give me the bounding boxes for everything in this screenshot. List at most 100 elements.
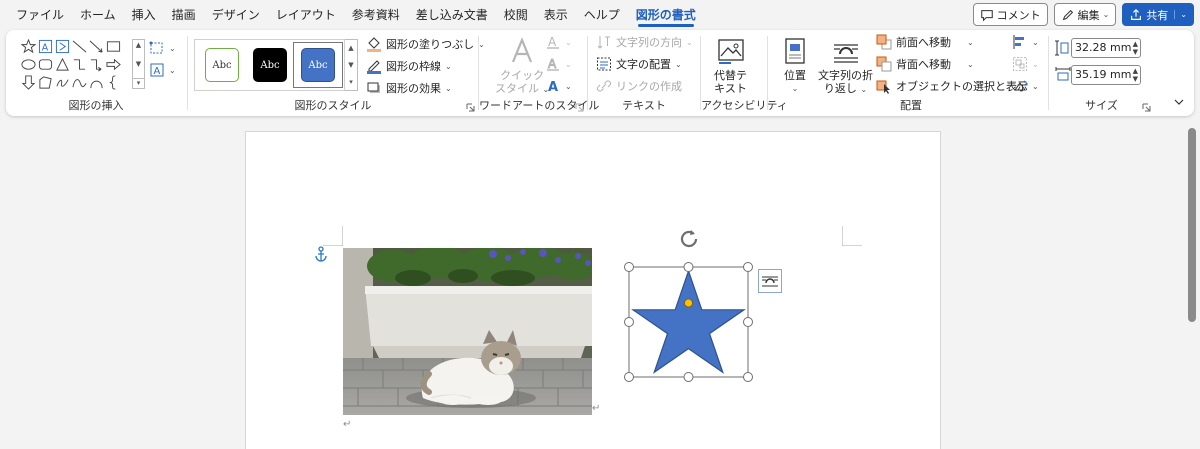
tab-layout[interactable]: レイアウト: [268, 0, 344, 30]
group-objects-button[interactable]: ⌄: [1012, 54, 1039, 74]
chevron-down-icon: ⌄: [791, 84, 799, 93]
shape-effects-label: 図形の効果: [386, 82, 441, 95]
group-objects-icon: [1013, 57, 1027, 71]
tab-shape-format[interactable]: 図形の書式: [628, 0, 704, 30]
text-fill-button[interactable]: A ⌄: [545, 32, 572, 52]
chevron-down-icon: ⌄: [445, 61, 452, 71]
style-fill-black[interactable]: Abc: [253, 48, 287, 82]
create-link-label: リンクの作成: [616, 80, 682, 93]
group-label-wordart: ワードアートのスタイル: [479, 99, 600, 112]
shape-outline-button[interactable]: 図形の枠線 ⌄: [366, 56, 452, 76]
adjust-handle: [684, 298, 693, 308]
align-text-button[interactable]: 文字の配置 ⌄: [596, 54, 682, 74]
align-button[interactable]: ⌄: [1012, 32, 1039, 52]
tab-home[interactable]: ホーム: [72, 0, 124, 30]
height-spinner[interactable]: ▲ ▼: [1133, 39, 1138, 56]
position-button[interactable]: 位置 ⌄: [780, 36, 810, 95]
tab-draw[interactable]: 描画: [164, 0, 204, 30]
rotate-handle-icon[interactable]: [677, 227, 701, 251]
rounded-rect-icon[interactable]: [37, 56, 54, 73]
text-direction-label: 文字列の方向: [616, 36, 682, 49]
tab-references[interactable]: 参考資料: [344, 0, 408, 30]
shapes-gallery-scroll[interactable]: ▲ ▼ ▾: [132, 39, 145, 89]
layout-options-button[interactable]: [758, 269, 782, 293]
tab-file[interactable]: ファイル: [8, 0, 72, 30]
share-button[interactable]: 共有 ⌄: [1122, 3, 1194, 26]
vertical-scrollbar[interactable]: [1188, 128, 1196, 322]
text-effects-button[interactable]: A ⌄: [545, 76, 572, 96]
freeform-icon[interactable]: [37, 74, 54, 91]
layout-options-icon: [762, 276, 778, 287]
chevron-down-icon[interactable]: ⌄: [1174, 10, 1187, 19]
comment-icon: [980, 9, 993, 22]
dialog-launcher-icon[interactable]: [575, 103, 584, 112]
elbow-arrow-icon[interactable]: [88, 56, 105, 73]
ribbon: A ▲ ▼ ▾ ⌄ A ⌄ 図形の挿入 図形のスタイル Abc Abc Abc …: [6, 30, 1194, 116]
chevron-down-icon: ⌄: [1032, 81, 1039, 91]
tab-insert[interactable]: 挿入: [124, 0, 164, 30]
shape-effects-button[interactable]: 図形の効果 ⌄: [366, 78, 452, 98]
tab-design[interactable]: デザイン: [204, 0, 268, 30]
star-shape-icon[interactable]: [20, 38, 37, 55]
text-outline-icon: A: [547, 57, 559, 72]
shape-style-gallery: Abc Abc Abc: [194, 39, 345, 91]
draw-textbox-button[interactable]: A ⌄: [149, 60, 176, 80]
tab-help[interactable]: ヘルプ: [576, 0, 628, 30]
shape-width-input[interactable]: 35.19 mm ▲ ▼: [1071, 65, 1141, 85]
shape-fill-label: 図形の塗りつぶし: [386, 38, 475, 51]
group-arrange: 位置 ⌄ 文字列の折 り返し ⌄ 前面へ移動 ⌄ 背面へ移動 ⌄ オブジェクトの…: [768, 30, 1054, 116]
menu-bar: ファイル ホーム 挿入 描画 デザイン レイアウト 参考資料 差し込み文書 校閲…: [0, 0, 1200, 30]
tab-mailings[interactable]: 差し込み文書: [408, 0, 496, 30]
oval-icon[interactable]: [20, 56, 37, 73]
text-direction-button[interactable]: 文字列の方向 ⌄: [596, 32, 693, 52]
arrow-line-icon[interactable]: [88, 38, 105, 55]
vertical-textbox-icon[interactable]: [54, 38, 71, 55]
triangle-icon[interactable]: [54, 56, 71, 73]
shape-effects-icon: [367, 82, 380, 93]
bring-forward-button[interactable]: 前面へ移動 ⌄: [876, 32, 974, 52]
position-icon: [785, 38, 805, 64]
brace-icon[interactable]: [105, 74, 122, 91]
dialog-launcher-icon[interactable]: [1142, 103, 1151, 112]
elbow-connector-icon[interactable]: [71, 56, 88, 73]
line-icon[interactable]: [71, 38, 88, 55]
paragraph-mark: ↵: [592, 403, 601, 414]
style-outline-green[interactable]: Abc: [205, 48, 239, 82]
cat-photo[interactable]: [343, 248, 592, 415]
textbox-icon[interactable]: A: [37, 38, 54, 55]
quick-styles-button[interactable]: クイック スタイル ⌄: [495, 36, 549, 96]
comment-button[interactable]: コメント: [972, 3, 1048, 26]
text-outline-button[interactable]: A ⌄: [545, 54, 572, 74]
right-arrow-icon[interactable]: [105, 56, 122, 73]
anchor-icon[interactable]: [314, 246, 328, 262]
curve-icon[interactable]: [71, 74, 88, 91]
shape-height-input[interactable]: 32.28 mm ▲ ▼: [1071, 38, 1141, 58]
selection-pane-button[interactable]: オブジェクトの選択と表示: [876, 76, 1028, 96]
down-arrow-icon[interactable]: [20, 74, 37, 91]
edit-mode-button[interactable]: 編集 ⌄: [1053, 3, 1117, 26]
selection-pane-icon: [876, 80, 890, 94]
create-link-button[interactable]: リンクの作成: [596, 76, 682, 96]
alt-text-button[interactable]: 代替テ キスト: [714, 36, 747, 95]
chevron-down-icon: ⌄: [565, 59, 572, 69]
wrap-text-button[interactable]: 文字列の折 り返し ⌄: [818, 36, 873, 96]
shape-fill-button[interactable]: 図形の塗りつぶし ⌄: [366, 34, 485, 54]
rectangle-icon[interactable]: [105, 38, 122, 55]
scribble-icon[interactable]: [54, 74, 71, 91]
chevron-down-icon: ⌄: [565, 81, 572, 91]
arc-icon[interactable]: [88, 74, 105, 91]
edit-shape-button[interactable]: ⌄: [149, 38, 176, 58]
dialog-launcher-icon[interactable]: [466, 103, 475, 112]
chevron-down-icon: ⌄: [565, 37, 572, 47]
collapse-ribbon-icon[interactable]: [1174, 98, 1184, 106]
paragraph-mark: ↵: [343, 419, 352, 430]
style-gallery-scroll[interactable]: ▲ ▼ ▾: [345, 39, 358, 91]
style-fill-blue[interactable]: Abc: [301, 48, 335, 82]
width-spinner[interactable]: ▲ ▼: [1133, 66, 1138, 83]
send-backward-button[interactable]: 背面へ移動 ⌄: [876, 54, 974, 74]
tab-view[interactable]: 表示: [536, 0, 576, 30]
rotate-button[interactable]: ⌄: [1012, 76, 1039, 96]
tab-review[interactable]: 校閲: [496, 0, 536, 30]
shape-width-value: 35.19 mm: [1075, 68, 1132, 81]
star-shape[interactable]: [624, 262, 753, 382]
